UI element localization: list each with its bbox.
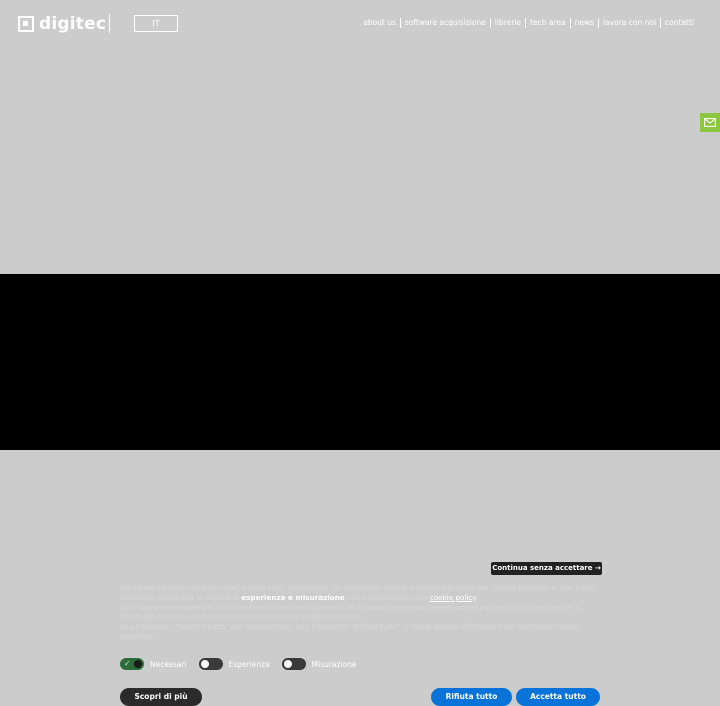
contact-mail-tab[interactable] [700, 113, 720, 132]
mail-icon [704, 118, 716, 127]
toggle-misurazione[interactable]: Misurazione [281, 658, 357, 670]
learn-more-button[interactable]: Scopri di più [120, 688, 202, 706]
cookie-text-bold: esperienza e misurazione [241, 592, 345, 602]
toggle-esperienza[interactable]: Esperienza [198, 658, 270, 670]
nav-software-acquisizione[interactable]: software acquisizione [399, 18, 490, 28]
cookie-text-buttons: Usa il pulsante “Accetta tutto” per acco… [120, 622, 580, 641]
toggle-label: Esperienza [228, 659, 270, 669]
toggle-switch-on[interactable]: ✓ [120, 658, 144, 670]
logo-text: digitec [39, 14, 107, 34]
cookie-banner: Continua senza accettare → Noi (www.digi… [0, 274, 720, 706]
logo-mark-icon [18, 16, 34, 32]
cookie-text-consent: Puoi liberamente prestare, rifiutare o r… [120, 602, 580, 622]
toggle-label: Necessari [150, 659, 187, 669]
language-selector[interactable]: IT [134, 15, 178, 32]
header-divider [109, 14, 110, 33]
nav-tech-area[interactable]: tech area [525, 18, 570, 28]
nav-contatti[interactable]: contatti [660, 18, 698, 28]
cookie-policy-link[interactable]: cookie policy [430, 593, 476, 602]
nav-about-us[interactable]: about us [359, 18, 400, 28]
nav-lavora-con-noi[interactable]: lavora con noi [597, 18, 660, 28]
main-nav: about us software acquisizione librerie … [359, 18, 698, 28]
nav-news[interactable]: news [569, 18, 598, 28]
nav-librerie[interactable]: librerie [489, 18, 525, 28]
site-header: digitec IT about us software acquisizion… [0, 0, 720, 48]
accept-all-button[interactable]: Accetta tutto [516, 688, 600, 706]
cookie-text-part: come specificato nella [344, 592, 430, 602]
cookie-text-part: . [475, 592, 478, 602]
toggle-switch-off[interactable] [198, 658, 223, 670]
toggle-necessari[interactable]: ✓ Necessari [120, 658, 187, 670]
toggle-label: Misurazione [311, 659, 357, 669]
site-logo[interactable]: digitec [18, 14, 106, 34]
consent-toggles: ✓ Necessari Esperienza Misurazione [120, 658, 369, 670]
continue-without-accepting-button[interactable]: Continua senza accettare → [491, 562, 602, 575]
check-icon: ✓ [124, 659, 131, 668]
cookie-notice-text: Noi (www.digitecinnovation.com) e terze … [120, 583, 600, 642]
toggle-switch-off[interactable] [281, 658, 306, 670]
reject-all-button[interactable]: Rifiuta tutto [431, 688, 512, 706]
